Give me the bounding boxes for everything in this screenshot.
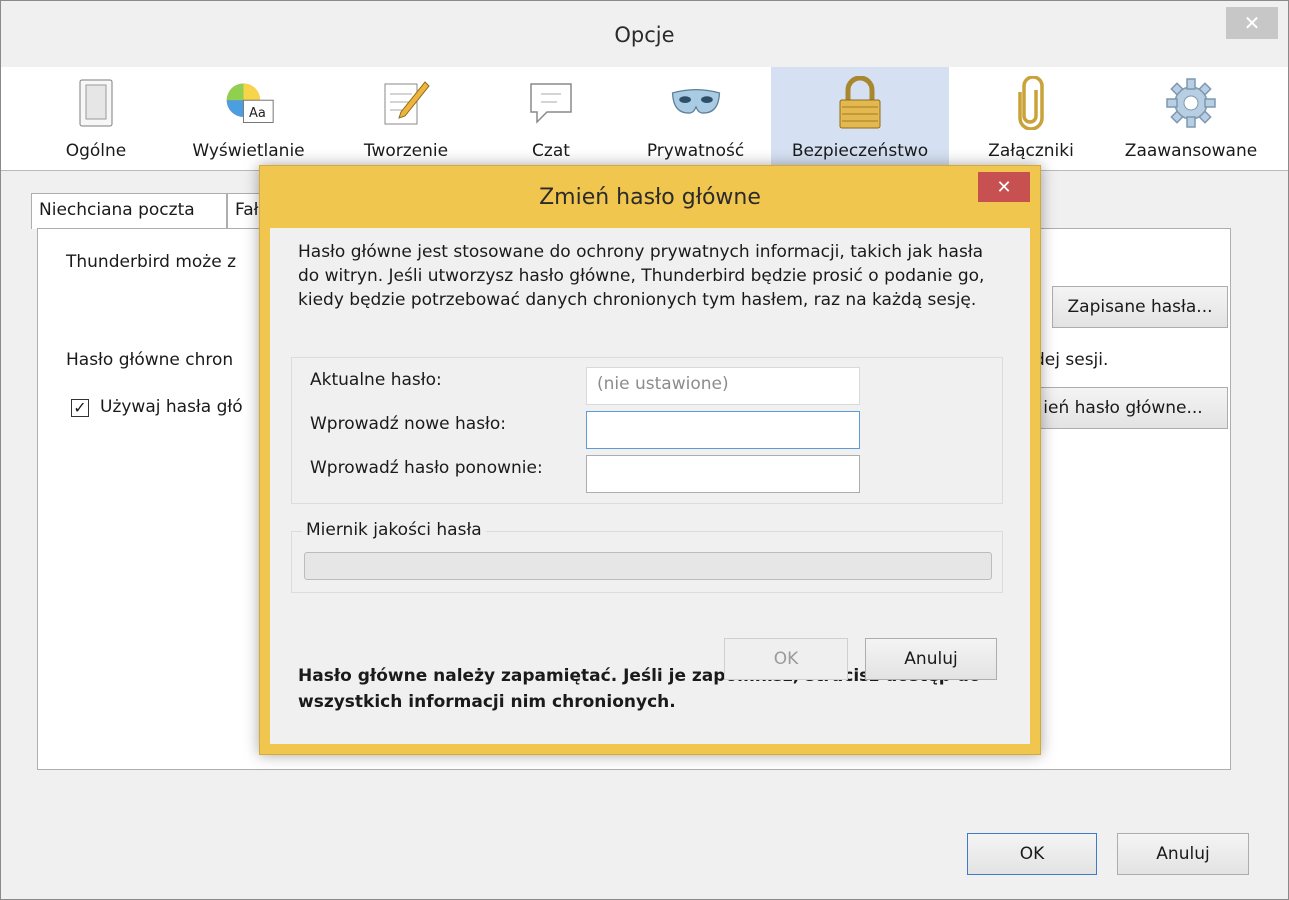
display-icon: Aa bbox=[223, 77, 275, 129]
window-close-button[interactable]: ✕ bbox=[1226, 7, 1278, 39]
pane-label: Załączniki bbox=[988, 141, 1074, 161]
advanced-gear-icon bbox=[1165, 77, 1217, 129]
use-master-password-checkbox[interactable]: ✓ bbox=[71, 399, 89, 417]
repeat-password-label: Wprowadź hasło ponownie: bbox=[310, 458, 543, 478]
attachment-paperclip-icon bbox=[1005, 76, 1057, 130]
window-title: Opcje bbox=[614, 23, 675, 47]
use-master-password-label: Używaj hasła głó bbox=[100, 397, 243, 417]
pane-compose[interactable]: Tworzenie bbox=[351, 67, 461, 171]
pane-label: Czat bbox=[532, 141, 570, 161]
chat-icon bbox=[525, 77, 577, 129]
pane-attachments[interactable]: Załączniki bbox=[966, 67, 1096, 171]
change-master-password-button[interactable]: ień hasło główne... bbox=[1018, 387, 1228, 429]
pane-label: Prywatność bbox=[646, 141, 745, 161]
pane-label: Wyświetlanie bbox=[192, 141, 305, 161]
pane-advanced[interactable]: Zaawansowane bbox=[1111, 67, 1271, 171]
pane-display[interactable]: Aa Wyświetlanie bbox=[181, 67, 316, 171]
password-quality-label: Miernik jakości hasła bbox=[302, 520, 486, 540]
options-cancel-button[interactable]: Anuluj bbox=[1117, 833, 1249, 875]
pane-label: Bezpieczeństwo bbox=[791, 141, 929, 161]
password-quality-meter bbox=[304, 552, 992, 580]
compose-icon bbox=[380, 77, 432, 129]
password-fields-group: Aktualne hasło: (nie ustawione) Wprowadź… bbox=[291, 357, 1003, 504]
dialog-close-button[interactable]: ✕ bbox=[978, 172, 1030, 202]
dialog-ok-button[interactable]: OK bbox=[724, 638, 848, 680]
pane-chat[interactable]: Czat bbox=[506, 67, 596, 171]
password-quality-group bbox=[291, 531, 1003, 593]
pane-label: Ogólne bbox=[65, 141, 127, 161]
passwords-intro-text: Thunderbird może z bbox=[66, 252, 237, 272]
master-password-text: Hasło główne chron bbox=[66, 350, 234, 370]
repeat-password-input[interactable] bbox=[586, 455, 860, 493]
current-password-field: (nie ustawione) bbox=[586, 367, 860, 405]
pane-label: Tworzenie bbox=[363, 141, 449, 161]
dialog-cancel-button[interactable]: Anuluj bbox=[865, 638, 997, 680]
new-password-label: Wprowadź nowe hasło: bbox=[310, 414, 507, 434]
pane-privacy[interactable]: Prywatność bbox=[633, 67, 758, 171]
security-lock-icon bbox=[834, 76, 886, 129]
title-bar: Opcje ✕ bbox=[1, 1, 1288, 63]
current-password-label: Aktualne hasło: bbox=[310, 370, 442, 390]
close-icon: ✕ bbox=[1243, 11, 1261, 35]
dialog-title: Zmień hasło główne bbox=[539, 185, 761, 210]
options-ok-button[interactable]: OK bbox=[967, 833, 1097, 875]
new-password-input[interactable] bbox=[586, 411, 860, 449]
tab-junk[interactable]: Niechciana poczta bbox=[31, 193, 227, 229]
pane-security[interactable]: Bezpieczeństwo bbox=[771, 67, 949, 171]
dialog-body: Hasło główne jest stosowane do ochrony p… bbox=[270, 228, 1030, 744]
master-password-text-end: dej sesji. bbox=[1034, 350, 1109, 370]
general-icon bbox=[70, 77, 122, 129]
preferences-toolbar: Ogólne Aa Wyświetlanie Tworzenie Czat Pr… bbox=[1, 67, 1288, 171]
privacy-mask-icon bbox=[670, 77, 722, 129]
pane-label: Zaawansowane bbox=[1124, 141, 1258, 161]
dialog-intro-text: Hasło główne jest stosowane do ochrony p… bbox=[298, 242, 985, 310]
saved-passwords-button[interactable]: Zapisane hasła... bbox=[1052, 286, 1228, 328]
pane-general[interactable]: Ogólne bbox=[51, 67, 141, 171]
svg-text:Aa: Aa bbox=[249, 106, 266, 121]
close-icon: ✕ bbox=[996, 176, 1012, 198]
change-master-password-dialog: Zmień hasło główne ✕ Hasło główne jest s… bbox=[259, 165, 1041, 755]
